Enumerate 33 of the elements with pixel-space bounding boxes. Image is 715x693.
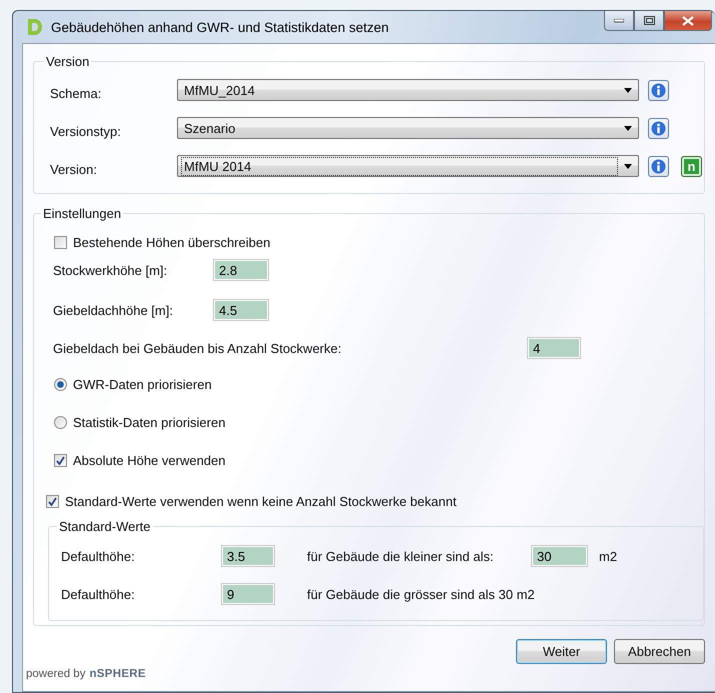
- field-label: Defaulthöhe:: [61, 586, 136, 602]
- dropdown[interactable]: MfMU_2014: [177, 79, 639, 101]
- field-label: Giebeldachhöhe [m]:: [53, 302, 174, 318]
- dialog-button[interactable]: Weiter: [516, 639, 607, 664]
- option-label: Standard-Werte verwenden wenn keine Anzahl Stockwerke bekannt: [65, 494, 456, 508]
- dropdown[interactable]: Szenario: [177, 117, 639, 139]
- option-label: GWR-Daten priorisieren: [73, 376, 212, 392]
- field-label: Stockwerkhöhe [m]:: [53, 262, 168, 278]
- input-field[interactable]: 4: [527, 337, 581, 359]
- option-label: Bestehende Höhen überschreiben: [73, 234, 270, 250]
- group-title: Standard-Werte: [58, 519, 152, 534]
- input-field[interactable]: 4.5: [213, 299, 269, 321]
- option-label: Absolute Höhe verwenden: [73, 452, 226, 468]
- unit-label: m2: [599, 548, 618, 564]
- input-field[interactable]: 30: [531, 545, 588, 567]
- dialog-button[interactable]: Abbrechen: [614, 639, 705, 664]
- condition-text: für Gebäude die kleiner sind als:: [307, 548, 494, 564]
- field-label: Version:: [49, 162, 98, 176]
- input-field[interactable]: 3.5: [221, 545, 275, 567]
- field-label: Giebeldach bei Gebäuden bis Anzahl Stockwerke:: [53, 340, 342, 356]
- field-label: Versionstyp:: [49, 124, 122, 138]
- field-label: Schema:: [49, 86, 102, 100]
- powered-by-text: powered by: [26, 668, 86, 680]
- field-label: Defaulthöhe:: [61, 548, 136, 564]
- dropdown[interactable]: MfMU 2014: [177, 155, 639, 177]
- input-field[interactable]: 9: [221, 583, 275, 605]
- group-title: Einstellungen: [42, 206, 122, 221]
- group-title: Version: [45, 54, 90, 69]
- input-field[interactable]: 2.8: [213, 259, 269, 281]
- option-label: Statistik-Daten priorisieren: [73, 414, 226, 430]
- window-title: Gebäudehöhen anhand GWR- und Statistikdaten setzen: [51, 20, 389, 34]
- brand-logo: nSPHERE: [89, 668, 146, 680]
- condition-text: für Gebäude die grösser sind als 30 m2: [307, 586, 535, 602]
